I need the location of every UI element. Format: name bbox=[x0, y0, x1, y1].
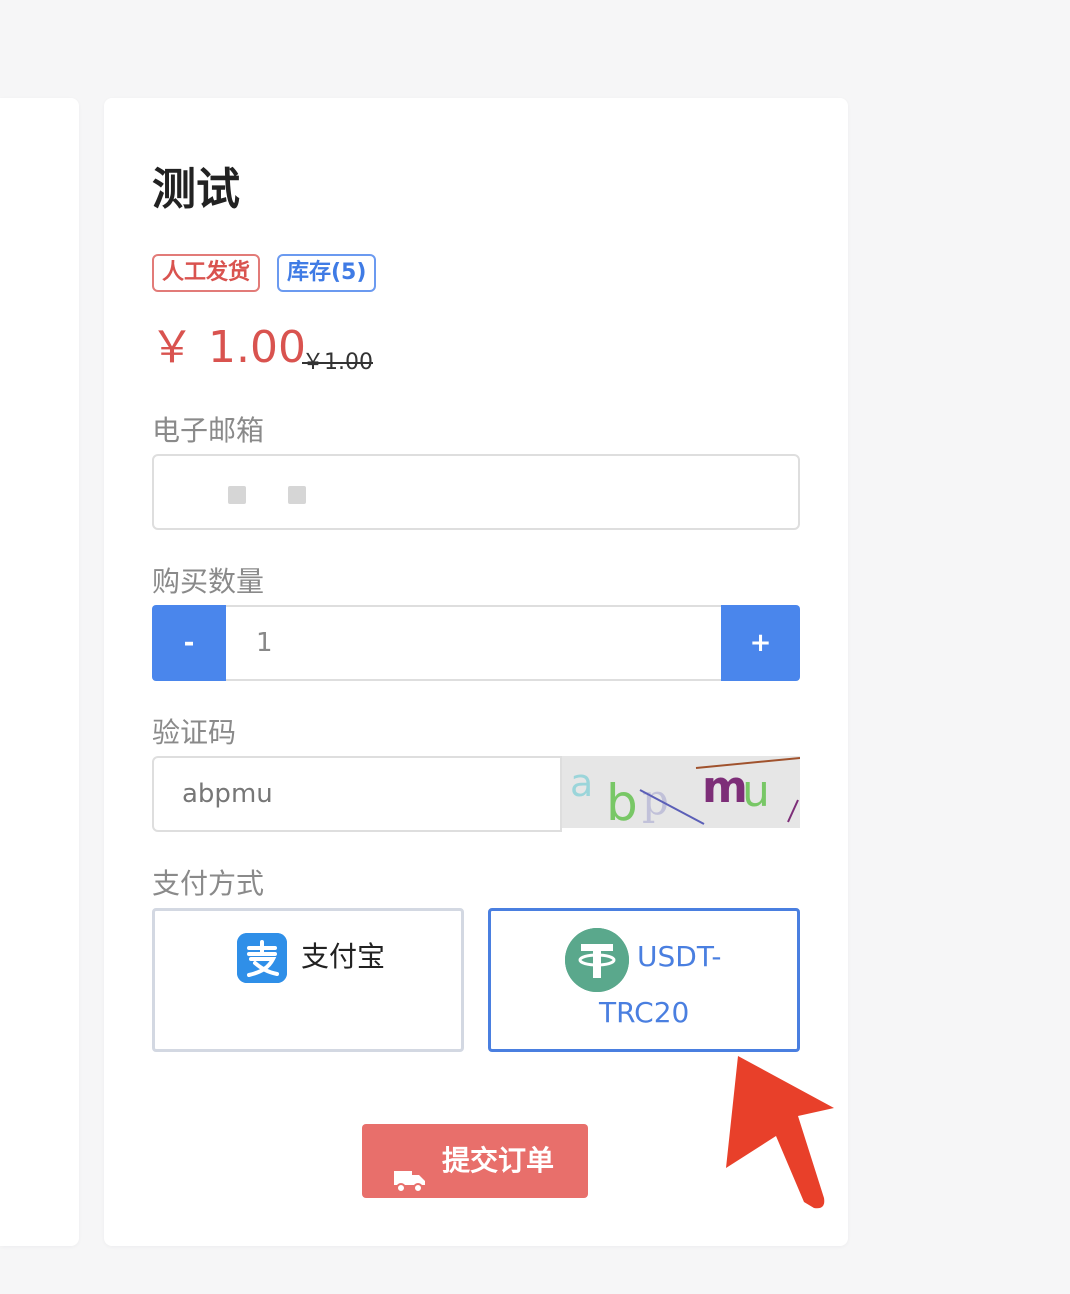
pointer-arrow-icon bbox=[726, 1056, 834, 1209]
captcha-graphic: a b p m u bbox=[562, 756, 800, 828]
redacted-mark bbox=[288, 486, 306, 504]
svg-text:b: b bbox=[606, 774, 638, 828]
captcha-input[interactable]: abpmu bbox=[152, 756, 562, 832]
page: 测试 人工发货 库存(5) ￥ 1.00 ￥1.00 电子邮箱 购买数量 - 1… bbox=[0, 0, 1070, 1294]
product-title: 测试 bbox=[152, 164, 240, 215]
redacted-mark bbox=[228, 486, 246, 504]
quantity-label: 购买数量 bbox=[152, 565, 265, 598]
svg-text:m: m bbox=[702, 762, 748, 813]
original-price: ￥1.00 bbox=[302, 350, 373, 375]
stock-badge: 库存(5) bbox=[277, 254, 377, 292]
truck-icon bbox=[394, 1148, 426, 1193]
captcha-image[interactable]: a b p m u bbox=[562, 756, 800, 828]
payment-option-usdt-trc20[interactable]: USDT- TRC20 bbox=[488, 908, 800, 1052]
payment-option-alipay[interactable]: 支付宝 bbox=[152, 908, 464, 1052]
submit-order-label: 提交订单 bbox=[442, 1144, 555, 1177]
svg-text:u: u bbox=[742, 766, 770, 817]
svg-text:p: p bbox=[642, 775, 669, 824]
submit-order-button[interactable]: 提交订单 bbox=[362, 1124, 588, 1198]
alipay-label: 支付宝 bbox=[301, 940, 386, 973]
quantity-increment-button[interactable]: + bbox=[721, 605, 800, 681]
usdt-label-line1: USDT- bbox=[637, 940, 722, 973]
tether-icon bbox=[565, 928, 629, 992]
email-field[interactable] bbox=[152, 454, 800, 530]
svg-text:a: a bbox=[570, 761, 593, 805]
previous-card-edge bbox=[0, 98, 79, 1246]
delivery-badge: 人工发货 bbox=[152, 254, 261, 292]
current-price: ￥ 1.00 bbox=[150, 322, 306, 373]
alipay-icon bbox=[237, 933, 287, 983]
email-label: 电子邮箱 bbox=[152, 414, 265, 447]
quantity-input[interactable]: 1 bbox=[226, 605, 721, 681]
usdt-label-line2: TRC20 bbox=[599, 996, 690, 1029]
quantity-decrement-button[interactable]: - bbox=[152, 605, 226, 681]
payment-label: 支付方式 bbox=[152, 867, 265, 900]
captcha-label: 验证码 bbox=[152, 716, 237, 749]
